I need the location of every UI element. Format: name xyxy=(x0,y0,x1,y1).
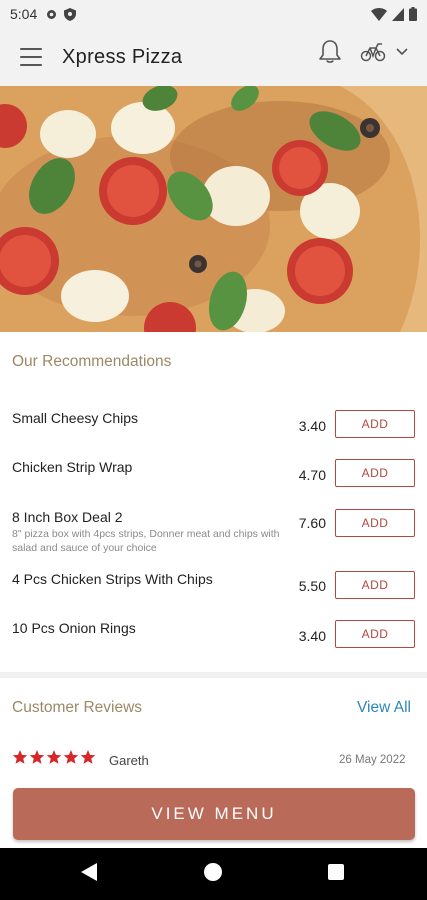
status-bar: 5:04 xyxy=(0,0,427,28)
battery-icon xyxy=(409,7,417,21)
recents-icon[interactable] xyxy=(328,864,344,880)
add-button[interactable]: ADD xyxy=(335,410,415,438)
recommendations-title: Our Recommendations xyxy=(12,353,172,370)
reviews-title: Customer Reviews xyxy=(12,699,143,716)
add-button[interactable]: ADD xyxy=(335,509,415,537)
hero-pizza-image xyxy=(0,86,427,332)
status-time: 5:04 xyxy=(10,6,38,22)
item-name: 8 Inch Box Deal 2 xyxy=(12,509,123,525)
review-date: 26 May 2022 xyxy=(339,754,406,766)
section-divider xyxy=(0,672,427,678)
back-icon[interactable] xyxy=(80,862,98,882)
add-button[interactable]: ADD xyxy=(335,620,415,648)
item-name: Small Cheesy Chips xyxy=(12,410,139,426)
view-menu-button[interactable]: VIEW MENU xyxy=(13,788,415,840)
item-price: 3.40 xyxy=(298,418,326,434)
item-name: 10 Pcs Onion Rings xyxy=(12,620,136,636)
star-icon xyxy=(12,750,28,764)
settings-gear-icon xyxy=(47,9,57,19)
bike-icon[interactable] xyxy=(360,42,386,62)
star-icon xyxy=(46,750,62,764)
item-description: 8" pizza box with 4pcs strips, Donner me… xyxy=(12,528,280,554)
item-name: Chicken Strip Wrap xyxy=(12,459,133,475)
star-icon xyxy=(29,750,45,764)
star-rating xyxy=(12,749,96,765)
shield-icon xyxy=(64,7,77,21)
item-price: 3.40 xyxy=(298,628,326,644)
star-icon xyxy=(63,750,79,764)
item-price: 5.50 xyxy=(298,578,326,594)
view-all-link[interactable]: View All xyxy=(357,699,411,717)
bell-icon[interactable] xyxy=(318,39,342,65)
system-nav-bar xyxy=(0,848,427,900)
item-price: 4.70 xyxy=(298,467,326,483)
add-button[interactable]: ADD xyxy=(335,459,415,487)
page-title: Xpress Pizza xyxy=(62,45,183,68)
item-name: 4 Pcs Chicken Strips With Chips xyxy=(12,571,213,587)
add-button[interactable]: ADD xyxy=(335,571,415,599)
hamburger-icon[interactable] xyxy=(20,48,42,66)
item-price: 7.60 xyxy=(298,515,326,531)
reviewer-name: Gareth xyxy=(109,753,149,768)
app-bar: Xpress Pizza xyxy=(0,28,427,86)
home-icon[interactable] xyxy=(204,863,222,881)
wifi-icon xyxy=(371,7,387,21)
star-icon xyxy=(80,750,96,764)
chevron-down-icon[interactable] xyxy=(396,48,408,56)
signal-icon xyxy=(392,7,404,21)
